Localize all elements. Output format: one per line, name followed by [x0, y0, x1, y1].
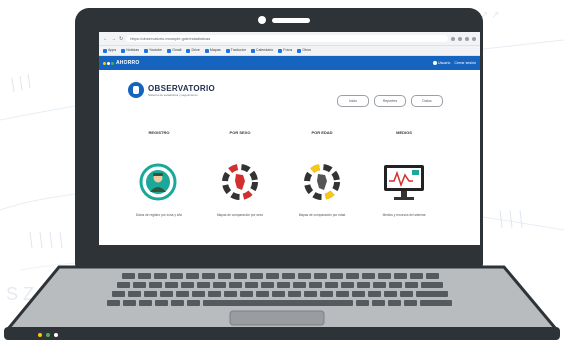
star-icon[interactable] — [451, 36, 455, 41]
datos-button[interactable]: Datos — [411, 95, 443, 107]
bookmark-item[interactable]: Otros — [297, 48, 311, 53]
profile-icon[interactable] — [465, 36, 469, 41]
menu-icon[interactable] — [472, 36, 476, 41]
bookmark-item[interactable]: Gmail — [167, 48, 181, 53]
card-title-registro: REGISTRO — [148, 130, 170, 135]
back-icon[interactable]: ← — [103, 36, 108, 42]
card-text-por-sexo: Mapas de comparación por sexo — [216, 213, 264, 217]
card-title-por-edad: POR EDAD — [311, 130, 333, 135]
card-text-medios: Medios y recursos del sistema — [382, 213, 426, 217]
site-logo[interactable]: AHORRO — [103, 60, 139, 66]
address-bar[interactable]: https://observatorio.example.gob/estadis… — [126, 35, 448, 42]
card-title-medios: MEDIOS — [396, 130, 412, 135]
bookmark-item[interactable]: Apps — [103, 48, 116, 53]
map-ring-icon[interactable] — [303, 163, 341, 201]
person-badge-icon[interactable] — [139, 163, 177, 201]
reportes-button[interactable]: Reportes — [374, 95, 406, 107]
camera-bar-icon — [272, 17, 310, 23]
bookmark-item[interactable]: Mapas — [204, 48, 221, 53]
site-header: AHORRO Usuario Cerrar sesión — [99, 56, 480, 70]
laptop-screen: ← → ↻ https://observatorio.example.gob/e… — [99, 32, 480, 245]
bookmarks-bar: Apps Noticias Youtube Gmail Drive Mapas … — [99, 46, 480, 56]
bookmark-item[interactable]: Fotos — [278, 48, 292, 53]
card-text-por-edad: Mapas de comparación por edad — [298, 213, 346, 217]
extension-icons — [451, 36, 476, 41]
user-icon — [433, 61, 438, 66]
map-ring-icon[interactable] — [221, 163, 259, 201]
observatorio-logo[interactable]: OBSERVATORIO Sistema de estadística y se… — [128, 82, 215, 98]
svg-text:↗ ↗: ↗ ↗ — [480, 10, 500, 21]
trackpad — [229, 310, 325, 326]
extension-icon[interactable] — [458, 36, 462, 41]
browser-toolbar: ← → ↻ https://observatorio.example.gob/e… — [99, 32, 480, 46]
monitor-chart-icon[interactable] — [382, 163, 426, 203]
top-nav-buttons: Inicio Reportes Datos — [337, 95, 443, 107]
logo-dots-icon — [103, 61, 114, 65]
webcam — [258, 14, 318, 26]
bookmark-item[interactable]: Calendario — [250, 48, 273, 53]
logout-link[interactable]: Cerrar sesión — [454, 61, 476, 65]
observatorio-emblem-icon — [128, 82, 144, 98]
card-text-registro: Datos de registro por zona y año — [135, 213, 183, 217]
reload-icon[interactable]: ↻ — [119, 36, 123, 42]
bookmark-item[interactable]: Drive — [186, 48, 200, 53]
bookmark-item[interactable]: Traductor — [225, 48, 246, 53]
bookmark-item[interactable]: Youtube — [144, 48, 162, 53]
user-link[interactable]: Usuario — [433, 61, 450, 66]
page-content: OBSERVATORIO Sistema de estadística y se… — [99, 70, 480, 245]
brand-title: OBSERVATORIO — [148, 83, 216, 93]
forward-icon[interactable]: → — [111, 36, 116, 42]
laptop-base — [4, 265, 560, 340]
card-title-por-sexo: POR SEXO — [229, 130, 251, 135]
user-menu: Usuario Cerrar sesión — [433, 61, 476, 66]
bookmark-item[interactable]: Noticias — [121, 48, 139, 53]
inicio-button[interactable]: Inicio — [337, 95, 369, 107]
camera-dot-icon — [258, 16, 266, 24]
brand-subtitle: Sistema de estadística y seguimiento — [148, 92, 198, 97]
